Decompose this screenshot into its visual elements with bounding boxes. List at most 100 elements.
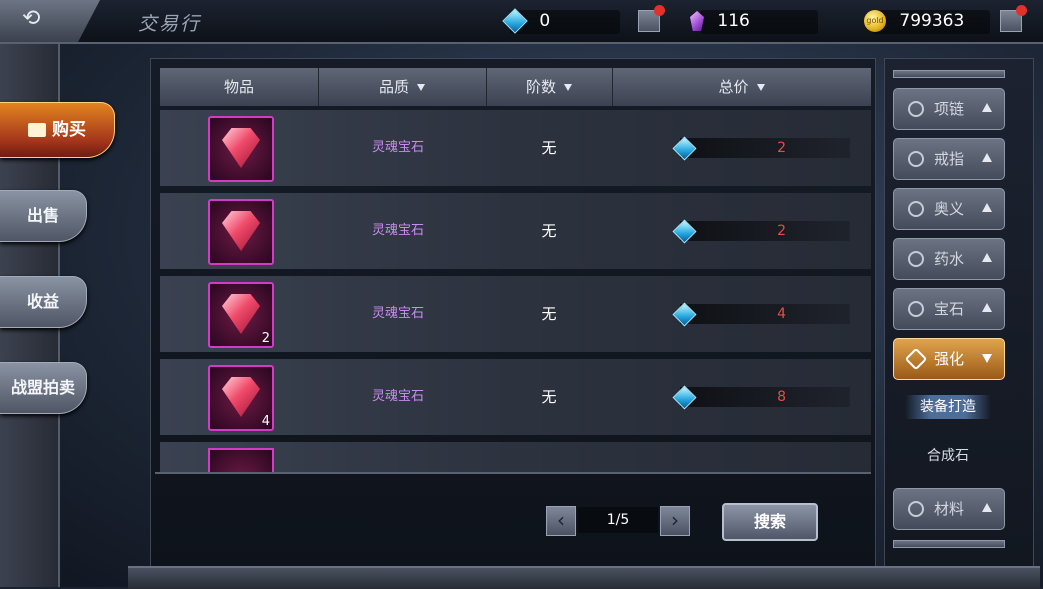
chevron-right-icon: ›: [671, 508, 679, 532]
table-row[interactable]: 灵魂宝石 无 2: [160, 193, 871, 269]
subcategory-synthesis-stone[interactable]: 合成石: [905, 444, 991, 468]
table-row-partial[interactable]: [160, 442, 871, 472]
add-gold-button[interactable]: [1000, 5, 1027, 32]
category-label: 戒指: [934, 150, 965, 168]
chevron-up-icon: [982, 303, 992, 312]
diamond-count: 0: [539, 11, 551, 31]
sort-down-icon: [756, 84, 765, 91]
chevron-up-icon: [982, 503, 992, 512]
book-icon: [28, 123, 46, 137]
nav-sell-tab[interactable]: 出售: [0, 190, 87, 242]
category-necklace[interactable]: 项链: [893, 88, 1005, 130]
next-page-button[interactable]: ›: [660, 506, 690, 536]
diamond-counter: 0: [502, 8, 551, 34]
back-button[interactable]: ⟲: [0, 0, 100, 42]
chevron-up-icon: [982, 153, 992, 162]
col-tier-label: 阶数: [525, 78, 556, 96]
col-tier-sort[interactable]: 阶数: [486, 68, 613, 106]
col-item-label: 物品: [223, 78, 254, 96]
category-label: 宝石: [934, 300, 965, 318]
item-tier: 无: [541, 139, 557, 157]
top-bar: ⟲ 交易行 0 116 gold 799363: [0, 0, 1043, 44]
nav-buy-label: 购买: [52, 120, 86, 140]
gold-counter: gold 799363: [864, 8, 964, 34]
table-header: 物品 品质 阶数 总价: [160, 68, 871, 106]
gem-icon: [908, 301, 924, 317]
page-title: 交易行: [138, 13, 202, 35]
soul-gem-icon[interactable]: 2: [208, 282, 274, 348]
soul-gem-icon[interactable]: [208, 116, 274, 182]
category-label: 药水: [934, 250, 965, 268]
item-name: 灵魂宝石: [371, 223, 424, 238]
item-price: 4: [777, 306, 786, 322]
item-price: 8: [777, 389, 786, 405]
nav-guild-auction-tab[interactable]: 战盟拍卖: [0, 362, 87, 414]
col-quality-label: 品质: [378, 78, 409, 96]
item-tier: 无: [541, 305, 557, 323]
chevron-up-icon: [982, 203, 992, 212]
category-stub-top: [893, 70, 1005, 78]
list-divider: [155, 472, 871, 474]
nav-buy-tab[interactable]: 购买: [0, 102, 115, 158]
item-name: 灵魂宝石: [371, 140, 424, 155]
category-secret-art[interactable]: 奥义: [893, 188, 1005, 230]
category-label: 材料: [934, 500, 965, 518]
potion-icon: [908, 251, 924, 267]
category-enhance[interactable]: 强化: [893, 338, 1005, 380]
col-price-label: 总价: [718, 78, 749, 96]
back-arrow-icon: ⟲: [22, 6, 41, 31]
soul-gem-icon[interactable]: [208, 448, 274, 472]
table-row[interactable]: 灵魂宝石 无 2: [160, 110, 871, 186]
bag-icon: [908, 501, 924, 517]
category-gem[interactable]: 宝石: [893, 288, 1005, 330]
table-row[interactable]: 2 灵魂宝石 无 4: [160, 276, 871, 352]
ring-icon: [908, 151, 924, 167]
crystal-counter: 116: [690, 8, 750, 34]
chevron-left-icon: ‹: [557, 508, 565, 532]
item-tier: 无: [541, 388, 557, 406]
item-name: 灵魂宝石: [371, 306, 424, 321]
item-name: 灵魂宝石: [371, 389, 424, 404]
necklace-icon: [908, 101, 924, 117]
chevron-down-icon: [982, 354, 992, 363]
page-indicator: 1/5: [578, 507, 658, 533]
chevron-up-icon: [982, 103, 992, 112]
category-material[interactable]: 材料: [893, 488, 1005, 530]
chevron-up-icon: [982, 253, 992, 262]
nav-income-label: 收益: [26, 292, 59, 311]
sparkle-icon: [908, 201, 924, 217]
sort-down-icon: [564, 84, 572, 91]
soul-gem-icon[interactable]: 4: [208, 365, 274, 431]
nav-guild-auction-label: 战盟拍卖: [10, 378, 75, 397]
gold-coin-icon: gold: [864, 10, 886, 32]
soul-gem-icon[interactable]: [208, 199, 274, 265]
stack-count: 4: [261, 414, 270, 429]
col-item: 物品: [160, 68, 319, 106]
category-ring[interactable]: 戒指: [893, 138, 1005, 180]
subcategory-equipment-forge[interactable]: 装备打造: [905, 395, 991, 419]
item-price: 2: [777, 140, 786, 156]
prev-page-button[interactable]: ‹: [546, 506, 576, 536]
sort-down-icon: [417, 84, 425, 91]
nav-sell-label: 出售: [26, 206, 59, 225]
bottom-frame: [128, 566, 1040, 589]
table-row[interactable]: 4 灵魂宝石 无 8: [160, 359, 871, 435]
category-label: 奥义: [934, 200, 965, 218]
add-diamond-button[interactable]: [638, 5, 665, 32]
gold-count: 799363: [899, 11, 965, 31]
crystal-count: 116: [717, 11, 750, 31]
stack-count: 2: [261, 331, 270, 346]
item-price: 2: [777, 223, 786, 239]
col-quality-sort[interactable]: 品质: [318, 68, 487, 106]
category-stub-bottom: [893, 540, 1005, 548]
item-tier: 无: [541, 222, 557, 240]
category-potion[interactable]: 药水: [893, 238, 1005, 280]
crystal-icon: [690, 11, 704, 31]
nav-income-tab[interactable]: 收益: [0, 276, 87, 328]
search-button[interactable]: 搜索: [722, 503, 818, 541]
diamond-icon: [904, 347, 928, 371]
category-label: 项链: [934, 100, 965, 118]
diamond-icon: [502, 8, 528, 34]
category-label: 强化: [934, 350, 965, 368]
col-price-sort[interactable]: 总价: [612, 68, 871, 106]
